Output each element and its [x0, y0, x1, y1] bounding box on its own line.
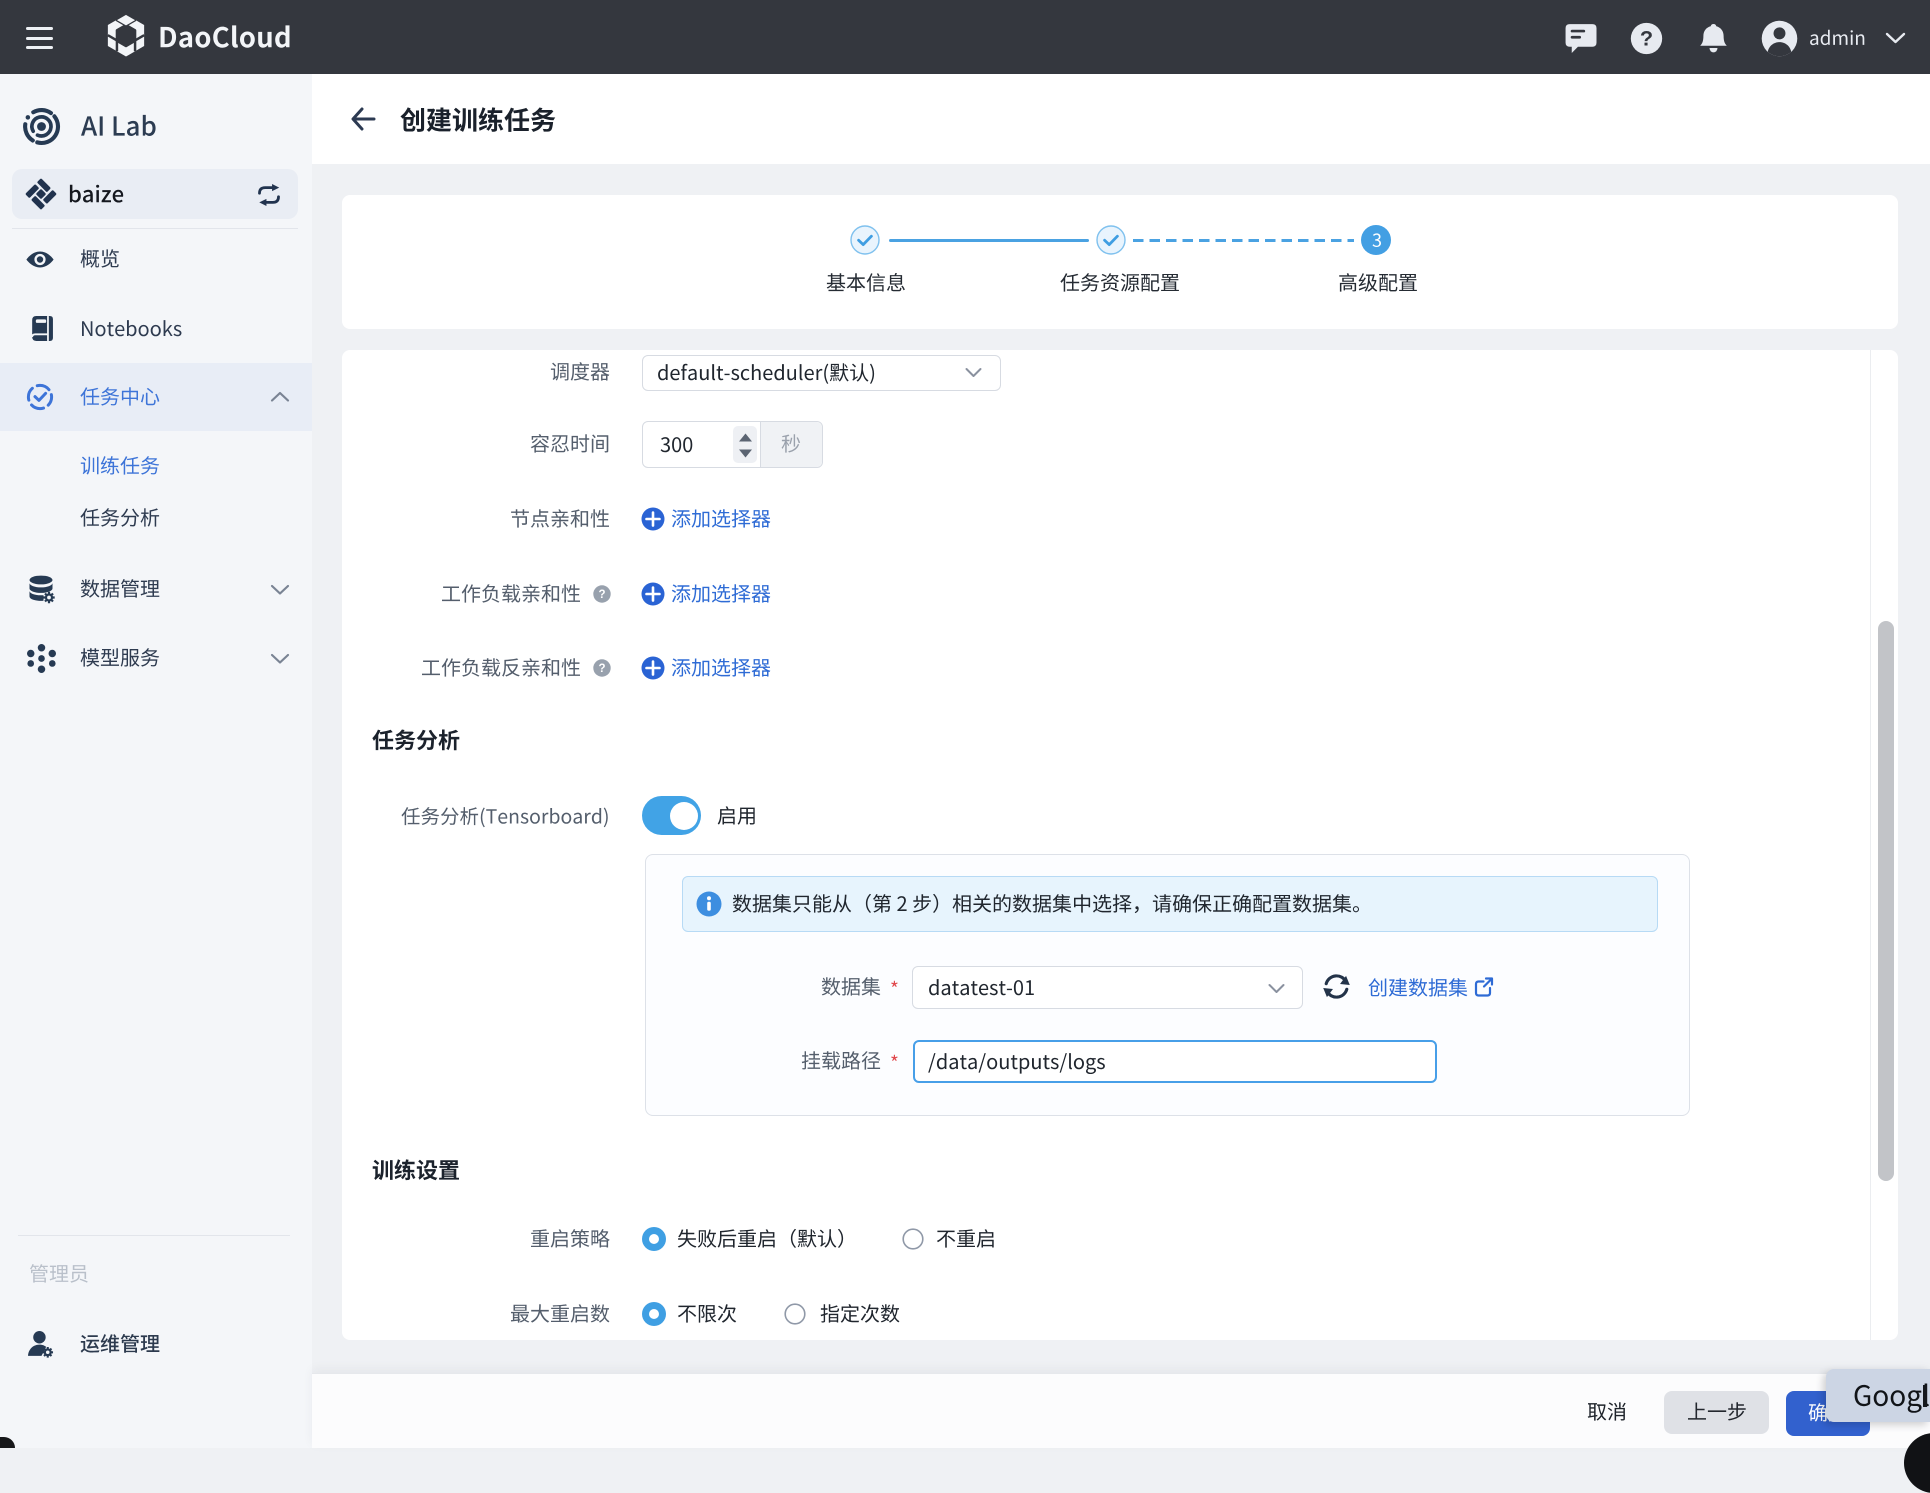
svg-text:?: ? [598, 663, 605, 675]
svg-text:?: ? [1640, 26, 1653, 51]
svg-text:?: ? [598, 589, 605, 601]
